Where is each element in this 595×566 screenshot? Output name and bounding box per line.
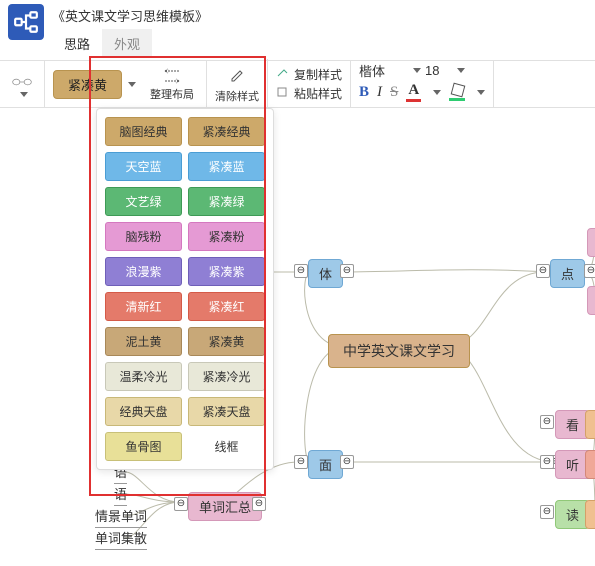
style-option[interactable]: 经典天盘 bbox=[105, 397, 182, 426]
app-logo bbox=[8, 4, 44, 40]
paste-style-button[interactable]: 粘贴样式 bbox=[276, 85, 342, 102]
node-yu[interactable]: 语 bbox=[587, 286, 595, 315]
font-color-button[interactable]: A bbox=[406, 82, 421, 102]
mindmap-canvas[interactable]: 中学英文课文学习 ⊖ 体 ⊖ ⊖ 面 ⊖ ⊖ 点 ⊖ ⊖ 线 ⊖ 情 语 看 ⊖… bbox=[0, 102, 595, 566]
collapse-toggle[interactable]: ⊖ bbox=[340, 264, 354, 278]
arrange-layout-button[interactable]: 整理布局 bbox=[146, 64, 198, 104]
strike-button[interactable]: S bbox=[390, 84, 398, 101]
collapse-toggle[interactable]: ⊖ bbox=[584, 264, 595, 278]
style-option[interactable]: 脑图经典 bbox=[105, 117, 182, 146]
fill-color-button[interactable] bbox=[449, 84, 465, 101]
tab-look[interactable]: 外观 bbox=[102, 29, 152, 58]
doc-title: 《英文课文学习思维模板》 bbox=[52, 4, 208, 27]
chevron-down-icon bbox=[457, 68, 465, 73]
style-option[interactable]: 紧凑经典 bbox=[188, 117, 265, 146]
leaf-label[interactable]: 语 bbox=[114, 482, 127, 506]
style-option[interactable]: 紧凑绿 bbox=[188, 187, 265, 216]
node-mian[interactable]: 面 bbox=[308, 450, 343, 479]
style-option[interactable]: 温柔冷光 bbox=[105, 362, 182, 391]
tab-idea[interactable]: 思路 bbox=[52, 29, 102, 58]
style-option[interactable]: 线框 bbox=[188, 432, 265, 461]
chevron-down-icon bbox=[433, 90, 441, 95]
collapse-toggle[interactable]: ⊖ bbox=[294, 455, 308, 469]
chevron-down-icon bbox=[128, 82, 136, 87]
collapse-toggle[interactable]: ⊖ bbox=[540, 455, 554, 469]
clear-style-icon bbox=[227, 65, 247, 85]
toolbar: 紧凑黄 整理布局 清除样式 复制样式 粘贴样式 楷体 18 B bbox=[0, 60, 595, 108]
style-option[interactable]: 鱼骨图 bbox=[105, 432, 182, 461]
node-pi[interactable]: 匹 bbox=[585, 410, 595, 439]
collapse-toggle[interactable]: ⊖ bbox=[340, 455, 354, 469]
node-kou[interactable]: 口 bbox=[585, 500, 595, 529]
copy-style-icon bbox=[276, 67, 290, 82]
style-option[interactable]: 泥土黄 bbox=[105, 327, 182, 356]
style-dropdown[interactable]: 紧凑黄 bbox=[53, 70, 136, 99]
node-ti[interactable]: 体 bbox=[308, 259, 343, 288]
node-qing[interactable]: 情 bbox=[587, 228, 595, 257]
bold-button[interactable]: B bbox=[359, 84, 369, 101]
style-option[interactable]: 天空蓝 bbox=[105, 152, 182, 181]
collapse-toggle[interactable]: ⊖ bbox=[540, 505, 554, 519]
style-option[interactable]: 脑残粉 bbox=[105, 222, 182, 251]
style-option[interactable]: 紧凑粉 bbox=[188, 222, 265, 251]
node-center[interactable]: 中学英文课文学习 bbox=[328, 334, 470, 368]
paste-style-icon bbox=[276, 86, 290, 101]
style-option[interactable]: 紧凑冷光 bbox=[188, 362, 265, 391]
collapse-toggle[interactable]: ⊖ bbox=[294, 264, 308, 278]
style-option[interactable]: 紧凑紫 bbox=[188, 257, 265, 286]
leaf-label[interactable]: 情景单词 bbox=[95, 504, 147, 528]
style-option[interactable]: 浪漫紫 bbox=[105, 257, 182, 286]
collapse-toggle[interactable]: ⊖ bbox=[536, 264, 550, 278]
style-picker-popup: 脑图经典紧凑经典天空蓝紧凑蓝文艺绿紧凑绿脑残粉紧凑粉浪漫紫紧凑紫清新红紧凑红泥土… bbox=[96, 108, 274, 470]
collapse-toggle[interactable]: ⊖ bbox=[540, 415, 554, 429]
chevron-down-icon bbox=[477, 90, 485, 95]
style-option[interactable]: 紧凑天盘 bbox=[188, 397, 265, 426]
collapse-toggle[interactable]: ⊖ bbox=[174, 497, 188, 511]
style-option[interactable]: 紧凑蓝 bbox=[188, 152, 265, 181]
style-option[interactable]: 紧凑黄 bbox=[188, 327, 265, 356]
node-summary[interactable]: 单词汇总 bbox=[188, 492, 262, 521]
copy-style-button[interactable]: 复制样式 bbox=[276, 66, 342, 83]
node-ting2[interactable]: 听 bbox=[585, 450, 595, 479]
font-family-select[interactable]: 楷体 bbox=[359, 61, 405, 80]
style-option[interactable]: 清新红 bbox=[105, 292, 182, 321]
chevron-down-icon bbox=[413, 68, 421, 73]
node-dian[interactable]: 点 bbox=[550, 259, 585, 288]
collapse-toggle[interactable]: ⊖ bbox=[252, 497, 266, 511]
leaf-label[interactable]: 单词集散 bbox=[95, 526, 147, 550]
chevron-down-icon bbox=[20, 92, 28, 97]
style-option[interactable]: 文艺绿 bbox=[105, 187, 182, 216]
expand-collapse-button[interactable] bbox=[8, 70, 36, 99]
style-option[interactable]: 紧凑红 bbox=[188, 292, 265, 321]
clear-style-button[interactable] bbox=[223, 63, 251, 87]
italic-button[interactable]: I bbox=[377, 84, 382, 101]
font-size-select[interactable]: 18 bbox=[425, 63, 449, 78]
